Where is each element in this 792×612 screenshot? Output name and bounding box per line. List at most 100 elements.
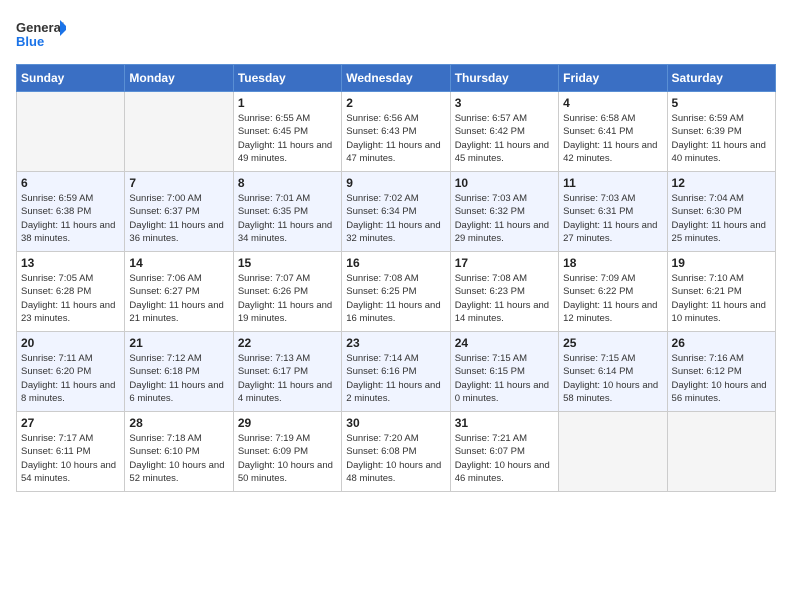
weekday-header-row: SundayMondayTuesdayWednesdayThursdayFrid… [17, 65, 776, 92]
calendar-cell: 28 Sunrise: 7:18 AM Sunset: 6:10 PM Dayli… [125, 412, 233, 492]
day-number: 18 [563, 256, 662, 270]
calendar-week-3: 13 Sunrise: 7:05 AM Sunset: 6:28 PM Dayli… [17, 252, 776, 332]
calendar-cell: 11 Sunrise: 7:03 AM Sunset: 6:31 PM Dayli… [559, 172, 667, 252]
weekday-header-saturday: Saturday [667, 65, 775, 92]
calendar-cell: 7 Sunrise: 7:00 AM Sunset: 6:37 PM Daylig… [125, 172, 233, 252]
day-info: Sunrise: 7:20 AM Sunset: 6:08 PM Dayligh… [346, 432, 445, 485]
day-number: 27 [21, 416, 120, 430]
day-info: Sunrise: 7:03 AM Sunset: 6:32 PM Dayligh… [455, 192, 554, 245]
day-number: 29 [238, 416, 337, 430]
calendar-cell: 12 Sunrise: 7:04 AM Sunset: 6:30 PM Dayli… [667, 172, 775, 252]
day-number: 4 [563, 96, 662, 110]
weekday-header-monday: Monday [125, 65, 233, 92]
day-info: Sunrise: 7:17 AM Sunset: 6:11 PM Dayligh… [21, 432, 120, 485]
calendar-cell: 30 Sunrise: 7:20 AM Sunset: 6:08 PM Dayli… [342, 412, 450, 492]
day-number: 17 [455, 256, 554, 270]
day-number: 1 [238, 96, 337, 110]
day-info: Sunrise: 7:08 AM Sunset: 6:23 PM Dayligh… [455, 272, 554, 325]
day-number: 7 [129, 176, 228, 190]
calendar-cell [667, 412, 775, 492]
page-header: General Blue [16, 16, 776, 56]
weekday-header-friday: Friday [559, 65, 667, 92]
day-info: Sunrise: 7:07 AM Sunset: 6:26 PM Dayligh… [238, 272, 337, 325]
calendar-week-2: 6 Sunrise: 6:59 AM Sunset: 6:38 PM Daylig… [17, 172, 776, 252]
day-info: Sunrise: 7:21 AM Sunset: 6:07 PM Dayligh… [455, 432, 554, 485]
day-number: 22 [238, 336, 337, 350]
calendar-cell [125, 92, 233, 172]
day-info: Sunrise: 6:58 AM Sunset: 6:41 PM Dayligh… [563, 112, 662, 165]
calendar-cell: 24 Sunrise: 7:15 AM Sunset: 6:15 PM Dayli… [450, 332, 558, 412]
calendar-cell: 21 Sunrise: 7:12 AM Sunset: 6:18 PM Dayli… [125, 332, 233, 412]
calendar-cell: 31 Sunrise: 7:21 AM Sunset: 6:07 PM Dayli… [450, 412, 558, 492]
day-info: Sunrise: 6:55 AM Sunset: 6:45 PM Dayligh… [238, 112, 337, 165]
day-number: 11 [563, 176, 662, 190]
day-number: 31 [455, 416, 554, 430]
calendar-cell: 20 Sunrise: 7:11 AM Sunset: 6:20 PM Dayli… [17, 332, 125, 412]
calendar-cell: 8Sunrise: 7:01 AM Sunset: 6:35 PM Daylig… [233, 172, 341, 252]
day-info: Sunrise: 7:13 AM Sunset: 6:17 PM Dayligh… [238, 352, 337, 405]
day-info: Sunrise: 7:16 AM Sunset: 6:12 PM Dayligh… [672, 352, 771, 405]
day-number: 10 [455, 176, 554, 190]
calendar-cell [559, 412, 667, 492]
day-info: Sunrise: 7:00 AM Sunset: 6:37 PM Dayligh… [129, 192, 228, 245]
day-number: 28 [129, 416, 228, 430]
weekday-header-thursday: Thursday [450, 65, 558, 92]
day-number: 6 [21, 176, 120, 190]
calendar-cell: 1 Sunrise: 6:55 AM Sunset: 6:45 PM Daylig… [233, 92, 341, 172]
day-number: 25 [563, 336, 662, 350]
day-info: Sunrise: 7:19 AM Sunset: 6:09 PM Dayligh… [238, 432, 337, 485]
calendar-cell: 22 Sunrise: 7:13 AM Sunset: 6:17 PM Dayli… [233, 332, 341, 412]
calendar-cell: 6 Sunrise: 6:59 AM Sunset: 6:38 PM Daylig… [17, 172, 125, 252]
logo: General Blue [16, 16, 66, 56]
calendar-cell: 3Sunrise: 6:57 AM Sunset: 6:42 PM Daylig… [450, 92, 558, 172]
calendar-cell: 18 Sunrise: 7:09 AM Sunset: 6:22 PM Dayli… [559, 252, 667, 332]
calendar-cell: 2Sunrise: 6:56 AM Sunset: 6:43 PM Daylig… [342, 92, 450, 172]
day-number: 19 [672, 256, 771, 270]
day-info: Sunrise: 7:12 AM Sunset: 6:18 PM Dayligh… [129, 352, 228, 405]
calendar-week-4: 20 Sunrise: 7:11 AM Sunset: 6:20 PM Dayli… [17, 332, 776, 412]
day-number: 23 [346, 336, 445, 350]
day-info: Sunrise: 6:56 AM Sunset: 6:43 PM Dayligh… [346, 112, 445, 165]
weekday-header-sunday: Sunday [17, 65, 125, 92]
day-info: Sunrise: 6:59 AM Sunset: 6:38 PM Dayligh… [21, 192, 120, 245]
calendar-cell: 26 Sunrise: 7:16 AM Sunset: 6:12 PM Dayli… [667, 332, 775, 412]
day-number: 15 [238, 256, 337, 270]
calendar-cell: 19 Sunrise: 7:10 AM Sunset: 6:21 PM Dayli… [667, 252, 775, 332]
day-number: 5 [672, 96, 771, 110]
calendar-cell [17, 92, 125, 172]
calendar-cell: 5 Sunrise: 6:59 AM Sunset: 6:39 PM Daylig… [667, 92, 775, 172]
day-info: Sunrise: 7:05 AM Sunset: 6:28 PM Dayligh… [21, 272, 120, 325]
day-number: 30 [346, 416, 445, 430]
day-info: Sunrise: 7:04 AM Sunset: 6:30 PM Dayligh… [672, 192, 771, 245]
day-info: Sunrise: 7:14 AM Sunset: 6:16 PM Dayligh… [346, 352, 445, 405]
svg-text:General: General [16, 20, 64, 35]
logo-svg: General Blue [16, 16, 66, 56]
day-info: Sunrise: 6:59 AM Sunset: 6:39 PM Dayligh… [672, 112, 771, 165]
calendar-cell: 13 Sunrise: 7:05 AM Sunset: 6:28 PM Dayli… [17, 252, 125, 332]
weekday-header-wednesday: Wednesday [342, 65, 450, 92]
day-info: Sunrise: 7:10 AM Sunset: 6:21 PM Dayligh… [672, 272, 771, 325]
day-number: 13 [21, 256, 120, 270]
calendar-week-1: 1 Sunrise: 6:55 AM Sunset: 6:45 PM Daylig… [17, 92, 776, 172]
calendar-cell: 9Sunrise: 7:02 AM Sunset: 6:34 PM Daylig… [342, 172, 450, 252]
weekday-header-tuesday: Tuesday [233, 65, 341, 92]
calendar-cell: 25Sunrise: 7:15 AM Sunset: 6:14 PM Dayli… [559, 332, 667, 412]
calendar-cell: 27 Sunrise: 7:17 AM Sunset: 6:11 PM Dayli… [17, 412, 125, 492]
calendar-cell: 15 Sunrise: 7:07 AM Sunset: 6:26 PM Dayli… [233, 252, 341, 332]
day-number: 21 [129, 336, 228, 350]
day-info: Sunrise: 7:11 AM Sunset: 6:20 PM Dayligh… [21, 352, 120, 405]
day-info: Sunrise: 7:09 AM Sunset: 6:22 PM Dayligh… [563, 272, 662, 325]
day-number: 12 [672, 176, 771, 190]
day-info: Sunrise: 7:06 AM Sunset: 6:27 PM Dayligh… [129, 272, 228, 325]
day-info: Sunrise: 7:15 AM Sunset: 6:15 PM Dayligh… [455, 352, 554, 405]
day-info: Sunrise: 7:03 AM Sunset: 6:31 PM Dayligh… [563, 192, 662, 245]
svg-text:Blue: Blue [16, 34, 44, 49]
day-number: 14 [129, 256, 228, 270]
day-info: Sunrise: 6:57 AM Sunset: 6:42 PM Dayligh… [455, 112, 554, 165]
day-info: Sunrise: 7:01 AM Sunset: 6:35 PM Dayligh… [238, 192, 337, 245]
day-number: 24 [455, 336, 554, 350]
day-number: 20 [21, 336, 120, 350]
calendar-table: SundayMondayTuesdayWednesdayThursdayFrid… [16, 64, 776, 492]
day-number: 26 [672, 336, 771, 350]
day-info: Sunrise: 7:18 AM Sunset: 6:10 PM Dayligh… [129, 432, 228, 485]
